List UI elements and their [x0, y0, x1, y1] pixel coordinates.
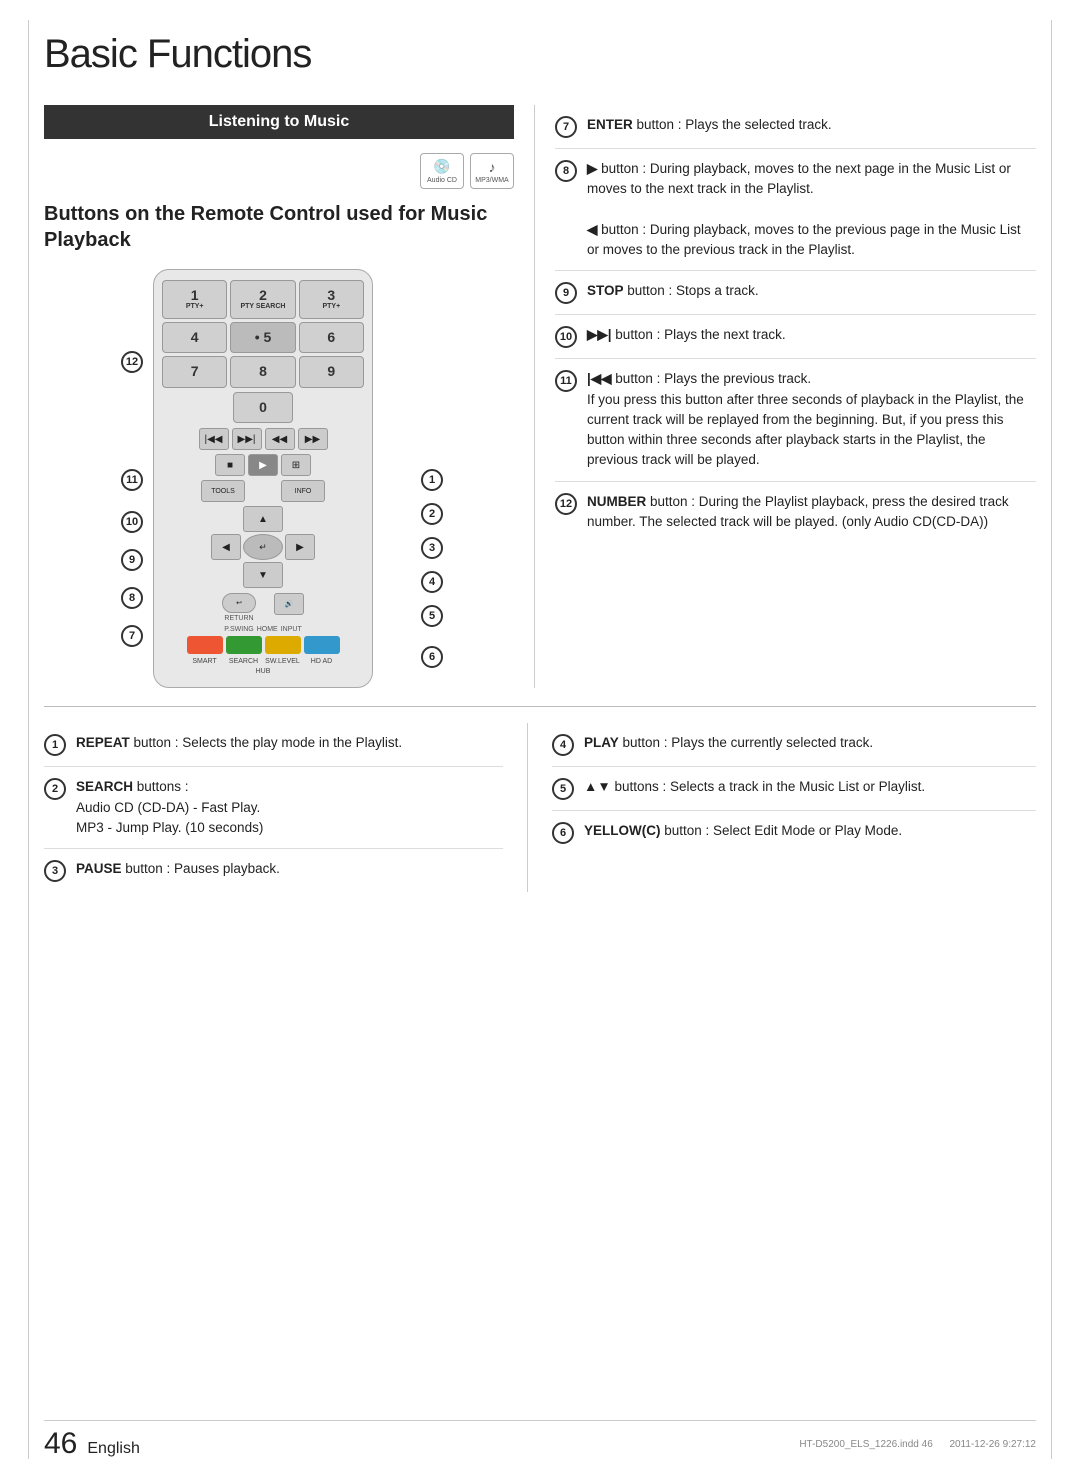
- callout-6: 6: [421, 646, 443, 668]
- num-10: 10: [555, 326, 577, 348]
- mp3-wma-icon: ♪ MP3/WMA: [470, 153, 514, 189]
- desc-item-8: 8 ▶ button : During playback, moves to t…: [555, 149, 1036, 271]
- right-border: [1051, 20, 1052, 1459]
- btn-6: 6: [299, 322, 364, 353]
- dpad-up: ▲: [243, 506, 283, 532]
- desc-item-2: 2 SEARCH buttons : Audio CD (CD-DA) - Fa…: [44, 767, 503, 849]
- num-4: 4: [552, 734, 574, 756]
- desc-item-1: 1 REPEAT button : Selects the play mode …: [44, 723, 503, 767]
- callout-3: 3: [421, 537, 443, 559]
- dpad-enter: ↵: [243, 534, 283, 560]
- page: Basic Functions Listening to Music 💿 Aud…: [0, 0, 1080, 1479]
- desc-item-3: 3 PAUSE button : Pauses playback.: [44, 849, 503, 892]
- num-7: 7: [555, 116, 577, 138]
- btn-5: • 5: [230, 322, 295, 353]
- num-12: 12: [555, 493, 577, 515]
- callout-8: 8: [121, 587, 143, 609]
- num-5: 5: [552, 778, 574, 800]
- callout-1: 1: [421, 469, 443, 491]
- dpad-right: ▶: [285, 534, 315, 560]
- btn-return: ↩: [222, 593, 256, 613]
- callout-9: 9: [121, 549, 143, 571]
- btn-red-a: [187, 636, 223, 654]
- btn-2: 2PTY SEARCH: [230, 280, 295, 319]
- callout-11: 11: [121, 469, 143, 491]
- desc-item-6: 6 YELLOW(C) button : Select Edit Mode or…: [552, 811, 1036, 854]
- num-9: 9: [555, 282, 577, 304]
- callout-12: 12: [121, 351, 143, 373]
- dpad-left: ◀: [211, 534, 241, 560]
- btn-info: INFO: [281, 480, 325, 502]
- num-11: 11: [555, 370, 577, 392]
- num-2: 2: [44, 778, 66, 800]
- left-column: Listening to Music 💿 Audio CD ♪ MP3/WMA …: [44, 105, 534, 688]
- left-border: [28, 20, 29, 1459]
- btn-green-b: [226, 636, 262, 654]
- remote-diagram: 12 11 10 9 8 7 1 2 3 4 5 6: [109, 269, 449, 688]
- desc-item-11: 11 |◀◀ button : Plays the previous track…: [555, 359, 1036, 481]
- btn-blue-d: [304, 636, 340, 654]
- remote-body: 1PTY+ 2PTY SEARCH 3PTY+ 4 • 5 6 7 8 9: [153, 269, 373, 688]
- num-8: 8: [555, 160, 577, 182]
- callout-2: 2: [421, 503, 443, 525]
- bottom-section: 1 REPEAT button : Selects the play mode …: [44, 706, 1036, 892]
- btn-0: 0: [233, 392, 293, 423]
- desc-item-7: 7 ENTER button : Plays the selected trac…: [555, 105, 1036, 149]
- btn-stop: ■: [215, 454, 245, 476]
- desc-item-10: 10 ▶▶| button : Plays the next track.: [555, 315, 1036, 359]
- audio-cd-icon: 💿 Audio CD: [420, 153, 464, 189]
- desc-item-9: 9 STOP button : Stops a track.: [555, 271, 1036, 315]
- desc-item-5: 5 ▲▼ buttons : Selects a track in the Mu…: [552, 767, 1036, 811]
- page-number: 46: [44, 1427, 77, 1461]
- btn-3: 3PTY+: [299, 280, 364, 319]
- footer-file: HT-D5200_ELS_1226.indd 46 2011-12-26 9:2…: [799, 1439, 1036, 1450]
- btn-yellow-c: [265, 636, 301, 654]
- btn-4: 4: [162, 322, 227, 353]
- section-divider: [44, 706, 1036, 707]
- btn-1: 1PTY+: [162, 280, 227, 319]
- media-icons: 💿 Audio CD ♪ MP3/WMA: [44, 153, 514, 189]
- subsection-title: Buttons on the Remote Control used for M…: [44, 201, 514, 253]
- num-6: 6: [552, 822, 574, 844]
- btn-grid: ⊞: [281, 454, 311, 476]
- section-header: Listening to Music: [44, 105, 514, 139]
- right-column: 7 ENTER button : Plays the selected trac…: [534, 105, 1036, 688]
- desc-item-12: 12 NUMBER button : During the Playlist p…: [555, 482, 1036, 543]
- bottom-right-descs: 4 PLAY button : Plays the currently sele…: [552, 723, 1036, 892]
- num-3: 3: [44, 860, 66, 882]
- btn-ffwd: ▶▶: [298, 428, 328, 450]
- bottom-grid: 1 REPEAT button : Selects the play mode …: [44, 723, 1036, 892]
- bottom-left-descs: 1 REPEAT button : Selects the play mode …: [44, 723, 528, 892]
- btn-7: 7: [162, 356, 227, 387]
- page-title: Basic Functions: [44, 32, 1036, 77]
- btn-8: 8: [230, 356, 295, 387]
- dpad-down: ▼: [243, 562, 283, 588]
- callout-10: 10: [121, 511, 143, 533]
- num-1: 1: [44, 734, 66, 756]
- callout-5: 5: [421, 605, 443, 627]
- btn-next-track: ▶▶|: [232, 428, 262, 450]
- btn-rewind: ◀◀: [265, 428, 295, 450]
- page-language: English: [87, 1440, 139, 1458]
- btn-play: ▶: [248, 454, 278, 476]
- btn-tools: TOOLS: [201, 480, 245, 502]
- desc-item-4: 4 PLAY button : Plays the currently sele…: [552, 723, 1036, 767]
- callout-7: 7: [121, 625, 143, 647]
- btn-9: 9: [299, 356, 364, 387]
- callout-4: 4: [421, 571, 443, 593]
- btn-prev-track: |◀◀: [199, 428, 229, 450]
- page-footer: 46 English HT-D5200_ELS_1226.indd 46 201…: [44, 1420, 1036, 1461]
- btn-volume: 🔊: [274, 593, 304, 615]
